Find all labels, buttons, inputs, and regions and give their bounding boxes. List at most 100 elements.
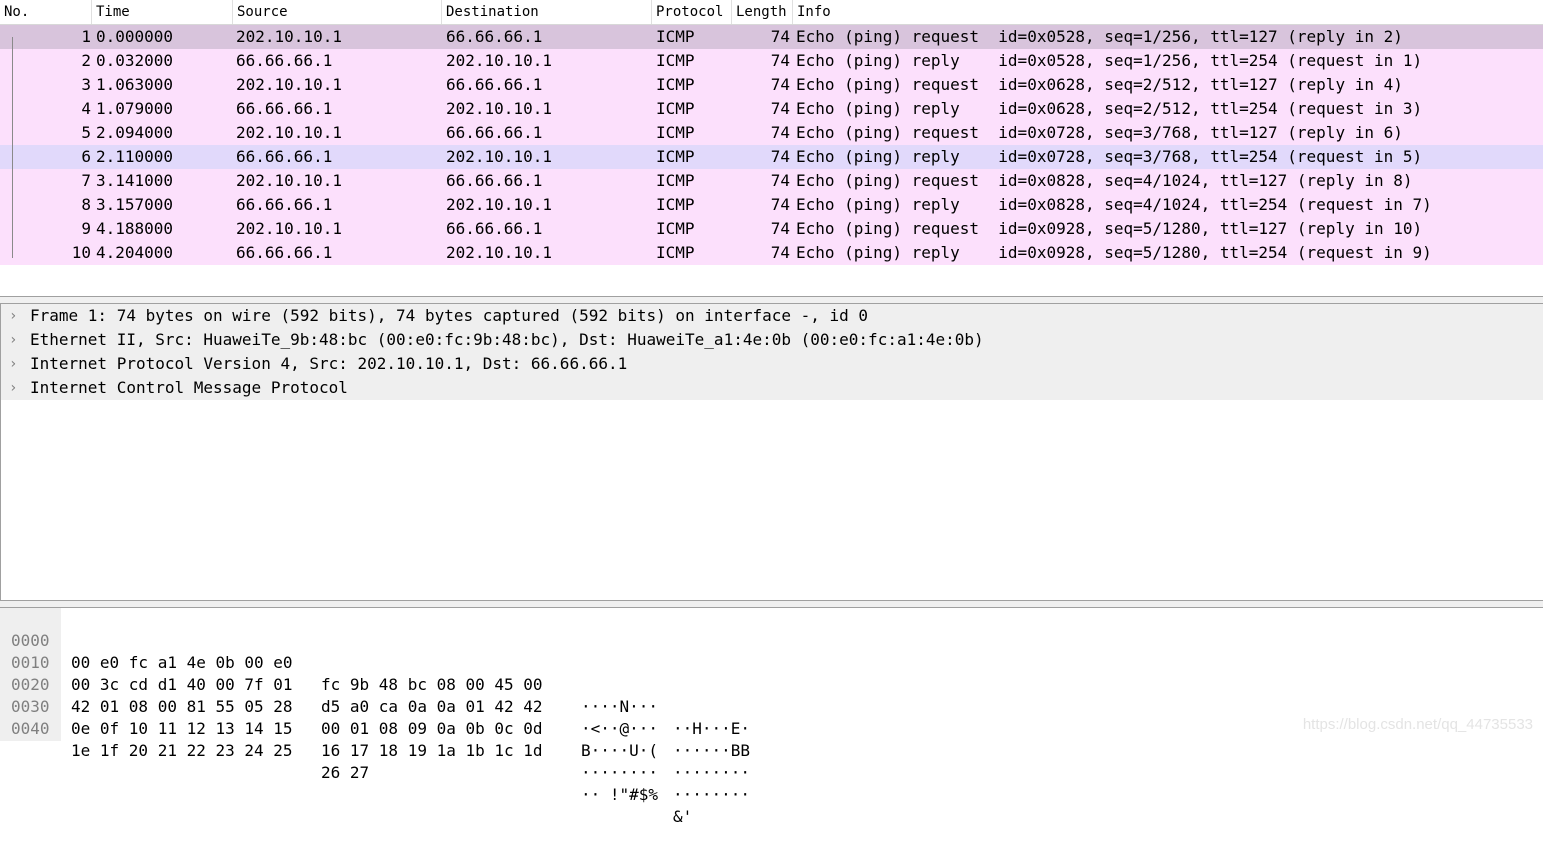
packet-length: 74: [770, 75, 790, 94]
column-header-source[interactable]: Source: [233, 0, 442, 24]
pane-splitter-top[interactable]: [0, 296, 1543, 304]
bytes-row[interactable]: 0030 0e 0f 10 11 12 13 14 15 16 17 18 19…: [0, 674, 1543, 804]
packet-row[interactable]: 4 1.079000 66.66.66.1 202.10.10.1 ICMP 7…: [0, 97, 1543, 121]
detail-item-ethernet[interactable]: › Ethernet II, Src: HuaweiTe_9b:48:bc (0…: [1, 328, 1543, 352]
packet-destination: 66.66.66.1: [446, 27, 543, 46]
packet-time: 4.204000: [96, 243, 174, 262]
packet-time: 1.079000: [96, 99, 174, 118]
packet-info: Echo (ping) reply id=0x0628, seq=2/512, …: [796, 99, 1423, 118]
packet-protocol: ICMP: [656, 75, 695, 94]
packet-source: 202.10.10.1: [236, 75, 342, 94]
packet-no: 5: [81, 123, 91, 142]
packet-no: 3: [81, 75, 91, 94]
packet-row[interactable]: 8 3.157000 66.66.66.1 202.10.10.1 ICMP 7…: [0, 193, 1543, 217]
hex-bytes[interactable]: 16 17 18 19 1a 1b 1c 1d: [321, 740, 543, 762]
chevron-right-icon[interactable]: ›: [9, 304, 23, 328]
byte-offset: 0040: [11, 719, 50, 738]
column-header-info[interactable]: Info: [793, 0, 1543, 24]
packet-length: 74: [770, 51, 790, 70]
column-header-time[interactable]: Time: [92, 0, 233, 24]
packet-protocol: ICMP: [656, 171, 695, 190]
packet-row[interactable]: 3 1.063000 202.10.10.1 66.66.66.1 ICMP 7…: [0, 73, 1543, 97]
packet-destination: 66.66.66.1: [446, 75, 543, 94]
detail-item-icmp[interactable]: › Internet Control Message Protocol: [1, 376, 1543, 400]
packet-info: Echo (ping) request id=0x0528, seq=1/256…: [796, 27, 1403, 46]
packet-row[interactable]: 5 2.094000 202.10.10.1 66.66.66.1 ICMP 7…: [0, 121, 1543, 145]
packet-time: 1.063000: [96, 75, 174, 94]
detail-item-label: Ethernet II, Src: HuaweiTe_9b:48:bc (00:…: [30, 330, 984, 349]
packet-destination: 66.66.66.1: [446, 123, 543, 142]
packet-no: 10: [71, 243, 91, 262]
detail-item-label: Internet Control Message Protocol: [30, 378, 348, 397]
packet-time: 3.157000: [96, 195, 174, 214]
bytes-row[interactable]: 0010 00 3c cd d1 40 00 7f 01 d5 a0 ca 0a…: [0, 630, 1543, 760]
packet-length: 74: [770, 27, 790, 46]
packet-destination: 66.66.66.1: [446, 219, 543, 238]
packet-time: 0.032000: [96, 51, 174, 70]
packet-row[interactable]: 2 0.032000 66.66.66.1 202.10.10.1 ICMP 7…: [0, 49, 1543, 113]
packet-protocol: ICMP: [656, 123, 695, 142]
packet-source: 202.10.10.1: [236, 123, 342, 142]
packet-protocol: ICMP: [656, 99, 695, 118]
packet-info: Echo (ping) request id=0x0728, seq=3/768…: [796, 123, 1403, 142]
ascii-bytes[interactable]: &': [673, 806, 692, 828]
ascii-bytes[interactable]: ·· !"#$%: [581, 784, 658, 806]
chevron-right-icon[interactable]: ›: [9, 352, 23, 376]
packet-source: 202.10.10.1: [236, 219, 342, 238]
packet-info: Echo (ping) reply id=0x0828, seq=4/1024,…: [796, 195, 1432, 214]
packet-row[interactable]: 7 3.141000 202.10.10.1 66.66.66.1 ICMP 7…: [0, 169, 1543, 193]
column-header-no[interactable]: No.: [0, 0, 92, 24]
packet-row[interactable]: 10 4.204000 66.66.66.1 202.10.10.1 ICMP …: [0, 241, 1543, 265]
bytes-row[interactable]: 0000 00 e0 fc a1 4e 0b 00 e0 fc 9b 48 bc…: [0, 608, 1543, 738]
chevron-right-icon[interactable]: ›: [9, 376, 23, 400]
packet-list-pane: No. Time Source Destination Protocol Len…: [0, 0, 1543, 296]
ascii-bytes[interactable]: ······BB: [673, 740, 750, 762]
chevron-right-icon[interactable]: ›: [9, 328, 23, 352]
packet-row[interactable]: 6 2.110000 66.66.66.1 202.10.10.1 ICMP 7…: [0, 145, 1543, 169]
hex-bytes[interactable]: 1e 1f 20 21 22 23 24 25: [71, 740, 293, 762]
packet-destination: 66.66.66.1: [446, 171, 543, 190]
packet-length: 74: [770, 243, 790, 262]
packet-info: Echo (ping) reply id=0x0528, seq=1/256, …: [796, 51, 1423, 70]
packet-destination: 202.10.10.1: [446, 147, 552, 166]
packet-source: 202.10.10.1: [236, 171, 342, 190]
pane-splitter-bottom[interactable]: [0, 600, 1543, 608]
watermark: https://blog.csdn.net/qq_44735533: [1302, 716, 1533, 733]
packet-length: 74: [770, 123, 790, 142]
packet-source: 66.66.66.1: [236, 99, 333, 118]
packet-no: 2: [81, 51, 91, 70]
packet-protocol: ICMP: [656, 147, 695, 166]
packet-info: Echo (ping) reply id=0x0928, seq=5/1280,…: [796, 243, 1432, 262]
packet-rows: 1 0.000000 202.10.10.1 66.66.66.1 ICMP 7…: [0, 25, 1543, 265]
hex-bytes[interactable]: 00 01 08 09 0a 0b 0c 0d: [321, 718, 543, 740]
hex-bytes[interactable]: 26 27: [321, 762, 369, 784]
detail-item-label: Internet Protocol Version 4, Src: 202.10…: [30, 354, 628, 373]
packet-source: 66.66.66.1: [236, 147, 333, 166]
packet-row[interactable]: 9 4.188000 202.10.10.1 66.66.66.1 ICMP 7…: [0, 217, 1543, 241]
packet-no: 4: [81, 99, 91, 118]
detail-item-ipv4[interactable]: › Internet Protocol Version 4, Src: 202.…: [1, 352, 1543, 376]
ascii-bytes[interactable]: B····U·(: [581, 740, 658, 762]
packet-protocol: ICMP: [656, 51, 695, 70]
packet-row[interactable]: 1 0.000000 202.10.10.1 66.66.66.1 ICMP 7…: [0, 25, 1543, 89]
packet-length: 74: [770, 147, 790, 166]
packet-length: 74: [770, 171, 790, 190]
bytes-row[interactable]: 0040 1e 1f 20 21 22 23 24 25 26 27 ·· !"…: [0, 696, 1543, 826]
column-header-protocol[interactable]: Protocol: [652, 0, 732, 24]
packet-no: 7: [81, 171, 91, 190]
ascii-bytes[interactable]: ········: [673, 784, 750, 806]
ascii-bytes[interactable]: ········: [673, 762, 750, 784]
detail-item-frame[interactable]: › Frame 1: 74 bytes on wire (592 bits), …: [1, 304, 1543, 328]
packet-bytes-pane: 0000 00 e0 fc a1 4e 0b 00 e0 fc 9b 48 bc…: [0, 608, 1543, 826]
ascii-bytes[interactable]: ········: [581, 762, 658, 784]
conversation-bracket-line: [12, 37, 13, 258]
hex-bytes[interactable]: 0e 0f 10 11 12 13 14 15: [71, 718, 293, 740]
bytes-row[interactable]: 0020 42 01 08 00 81 55 05 28 00 01 08 09…: [0, 652, 1543, 782]
packet-length: 74: [770, 195, 790, 214]
column-header-length[interactable]: Length: [732, 0, 793, 24]
packet-list-header: No. Time Source Destination Protocol Len…: [0, 0, 1543, 25]
packet-destination: 202.10.10.1: [446, 243, 552, 262]
ascii-bytes[interactable]: ·<··@···: [581, 718, 658, 740]
column-header-destination[interactable]: Destination: [442, 0, 652, 24]
ascii-bytes[interactable]: ··H···E·: [673, 718, 750, 740]
